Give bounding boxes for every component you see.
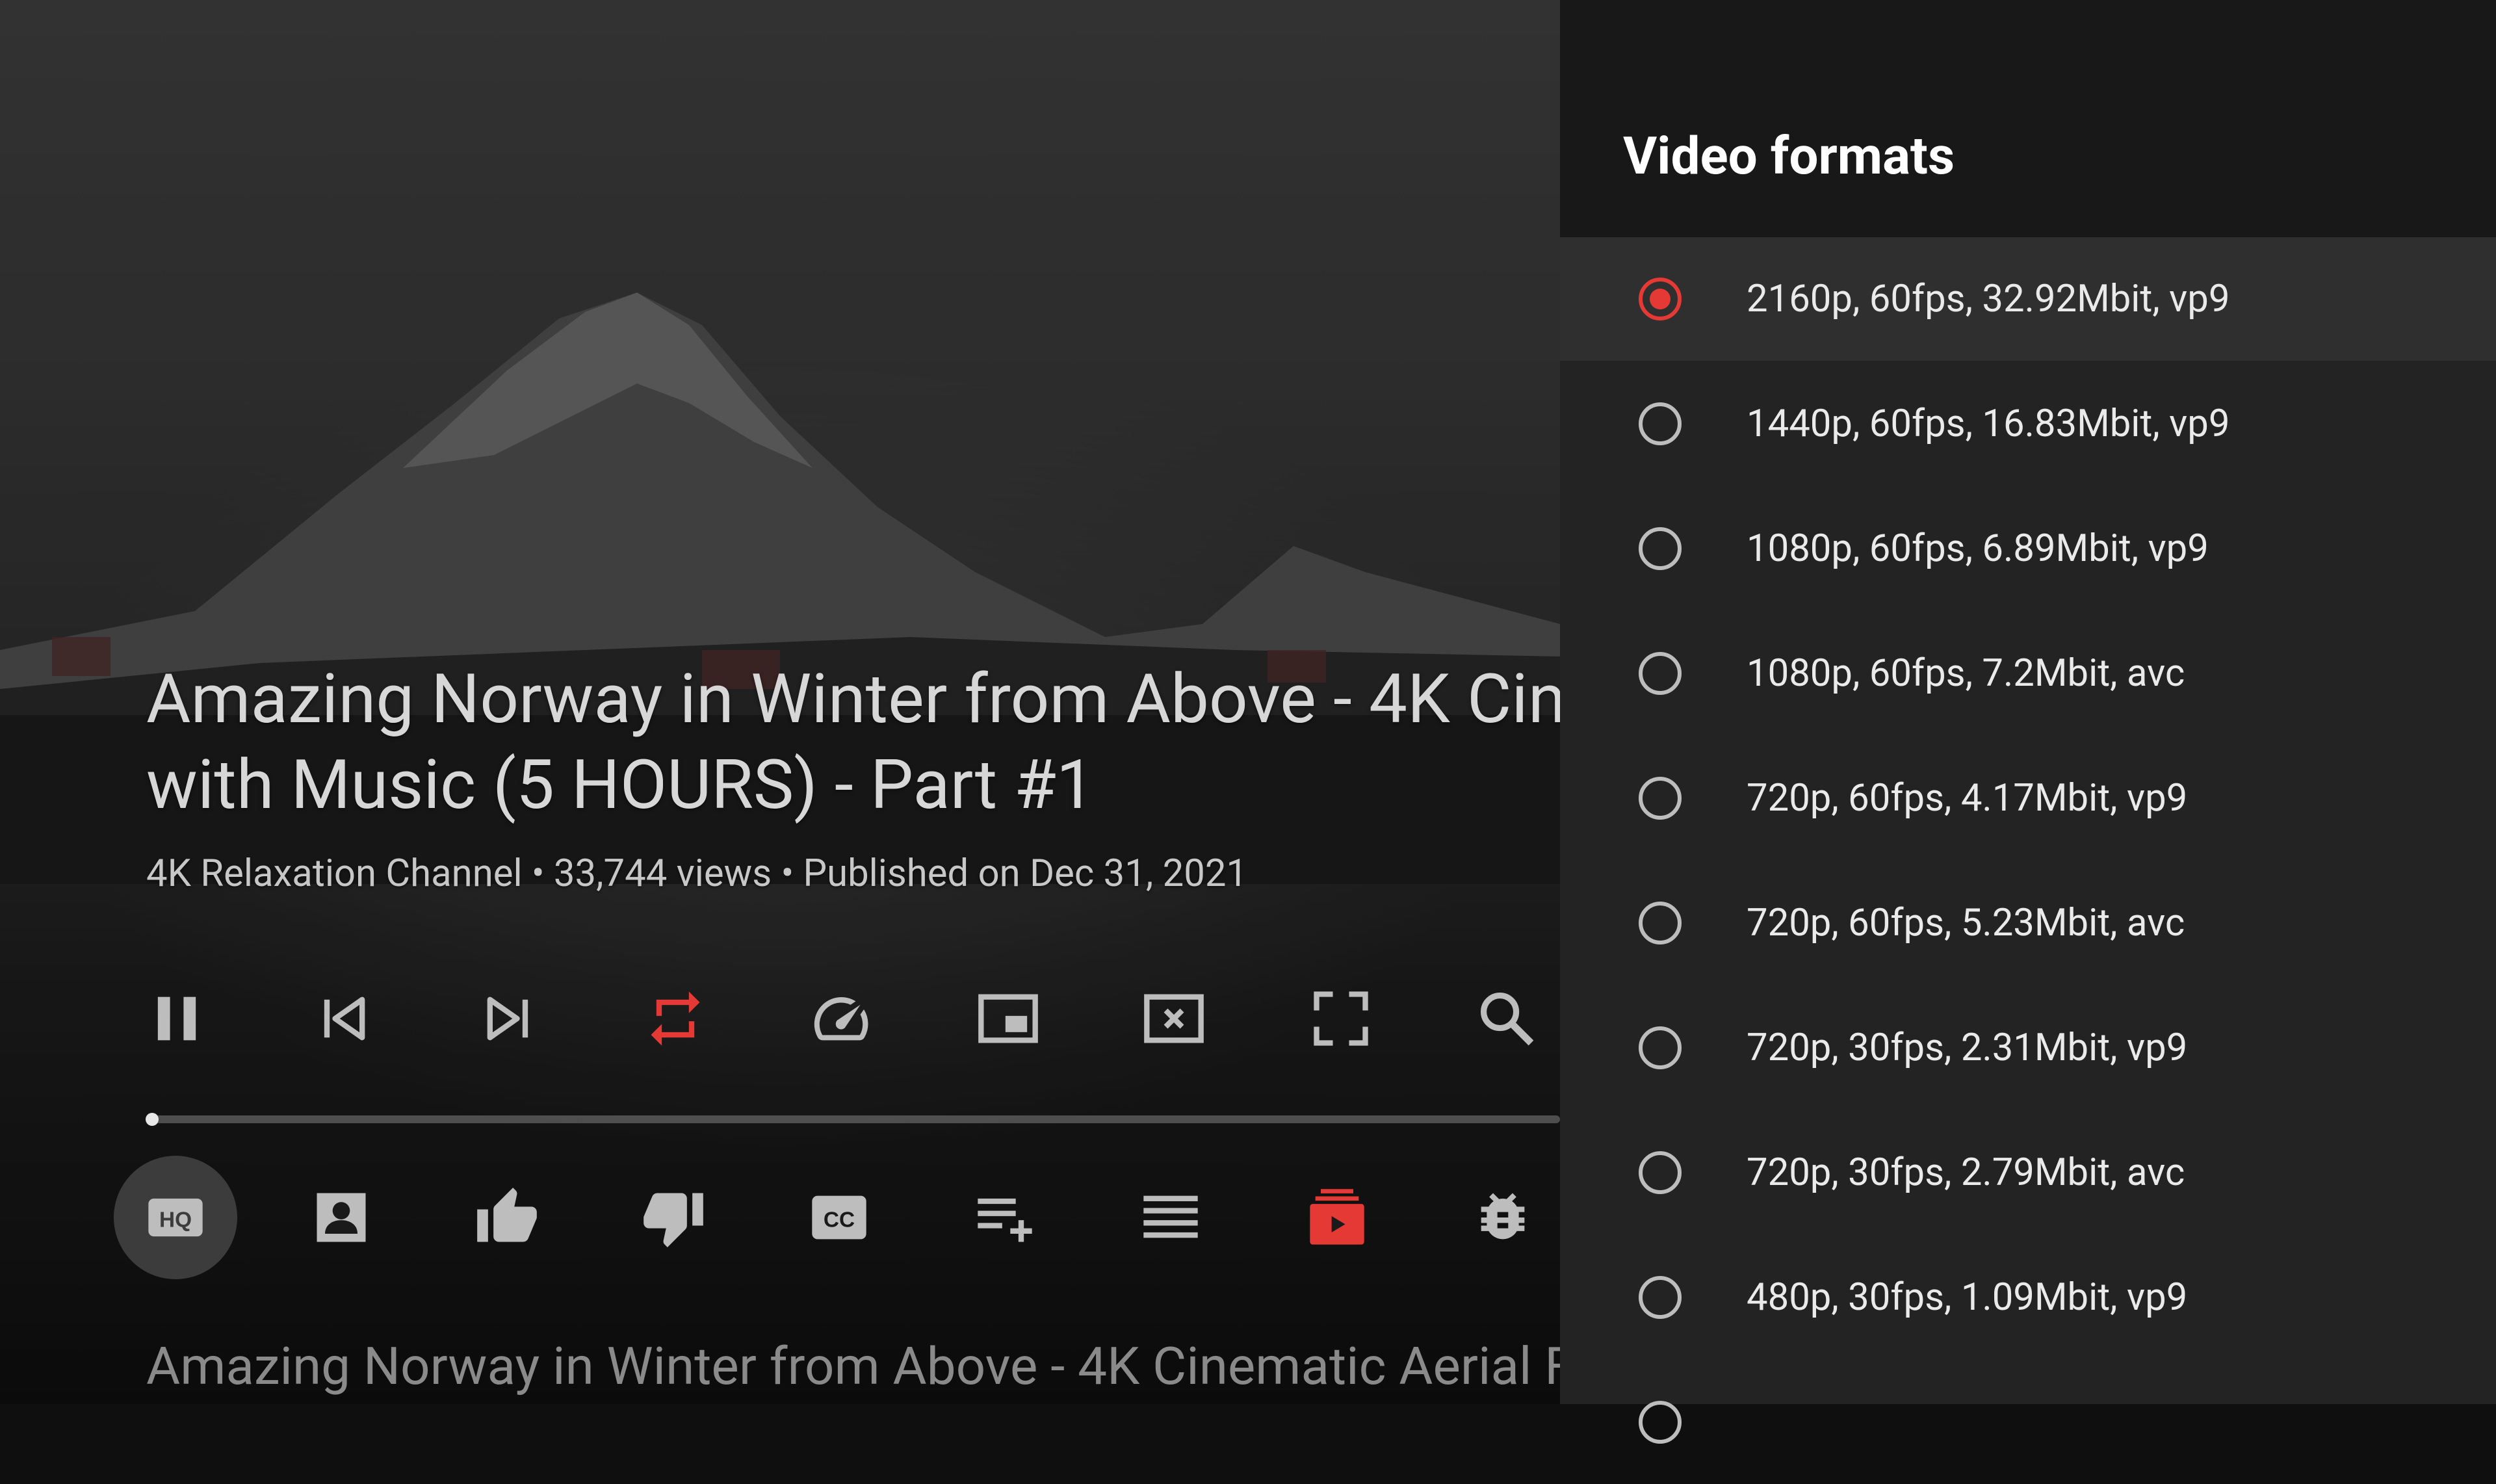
debug-icon xyxy=(1481,1193,1525,1240)
previous-icon xyxy=(324,996,365,1041)
video-title-line1: Amazing Norway in Winter from Above - 4K… xyxy=(146,659,1560,739)
add-to-playlist-icon xyxy=(978,1198,1032,1242)
radio-selected-icon xyxy=(1639,278,1682,320)
radio-unselected-icon xyxy=(1639,777,1682,820)
action-controls: HQ CC xyxy=(0,1156,1560,1279)
channel-icon xyxy=(317,1193,366,1242)
radio-unselected-icon xyxy=(1639,1401,1682,1444)
add-to-playlist-button[interactable] xyxy=(943,1156,1067,1279)
video-player[interactable]: Amazing Norway in Winter from Above - 4K… xyxy=(0,0,1560,1404)
format-option-label: 1080p, 60fps, 7.2Mbit, avc xyxy=(1747,651,2185,696)
format-option-label: 720p, 60fps, 5.23Mbit, avc xyxy=(1747,901,2185,945)
format-option-label: 720p, 30fps, 2.79Mbit, avc xyxy=(1747,1151,2185,1195)
svg-text:HQ: HQ xyxy=(159,1208,192,1232)
next-icon xyxy=(487,996,528,1041)
panel-title: Video formats xyxy=(1623,125,1955,187)
format-option-label: 2160p, 60fps, 32.92Mbit, vp9 xyxy=(1747,277,2230,321)
radio-unselected-icon xyxy=(1639,1276,1682,1319)
fullscreen-icon xyxy=(1314,991,1368,1046)
next-video-title[interactable]: Amazing Norway in Winter from Above - 4K… xyxy=(146,1336,1560,1397)
close-video-icon xyxy=(1144,994,1204,1043)
radio-unselected-icon xyxy=(1639,652,1682,695)
subscriptions-button[interactable] xyxy=(1275,1156,1399,1279)
svg-text:CC: CC xyxy=(824,1208,855,1232)
dislike-icon xyxy=(644,1193,703,1247)
like-icon xyxy=(477,1188,537,1242)
format-option-label: 480p, 30fps, 1.09Mbit, vp9 xyxy=(1747,1275,2188,1320)
radio-unselected-icon xyxy=(1639,902,1682,944)
radio-unselected-icon xyxy=(1639,1151,1682,1194)
format-option-label: 720p, 30fps, 2.31Mbit, vp9 xyxy=(1747,1026,2188,1070)
format-option[interactable]: 480p, 30fps, 1.09Mbit, vp9 xyxy=(1560,1236,2496,1359)
channel-button[interactable] xyxy=(280,1156,403,1279)
radio-unselected-icon xyxy=(1639,402,1682,445)
previous-button[interactable] xyxy=(301,976,385,1061)
playback-controls xyxy=(0,976,1560,1061)
panel-header: Video formats xyxy=(1560,0,2496,237)
seek-bar-handle[interactable] xyxy=(145,1113,159,1126)
video-title-line2: with Music (5 HOURS) - Part #1 xyxy=(146,745,1095,825)
like-button[interactable] xyxy=(445,1156,569,1279)
search-button[interactable] xyxy=(1464,976,1549,1061)
repeat-icon xyxy=(651,991,700,1046)
format-option-partial[interactable] xyxy=(1560,1360,2496,1484)
format-option[interactable]: 1440p, 60fps, 16.83Mbit, vp9 xyxy=(1560,362,2496,486)
pause-button[interactable] xyxy=(135,976,219,1061)
radio-unselected-icon xyxy=(1639,1026,1682,1069)
hq-button[interactable]: HQ xyxy=(114,1156,237,1279)
format-option-label: 720p, 60fps, 4.17Mbit, vp9 xyxy=(1747,776,2188,820)
format-option[interactable]: 1080p, 60fps, 6.89Mbit, vp9 xyxy=(1560,487,2496,610)
radio-unselected-icon xyxy=(1639,527,1682,570)
closed-captions-button[interactable]: CC xyxy=(777,1156,901,1279)
format-option[interactable]: 2160p, 60fps, 32.92Mbit, vp9 xyxy=(1560,237,2496,361)
seek-bar[interactable] xyxy=(145,1113,1560,1126)
closed-captions-icon: CC xyxy=(812,1195,866,1240)
video-metadata: 4K Relaxation Channel • 33,744 views • P… xyxy=(146,852,1248,896)
picture-in-picture-icon xyxy=(978,994,1038,1043)
subscriptions-icon xyxy=(1310,1189,1364,1245)
format-option[interactable]: 1080p, 60fps, 7.2Mbit, avc xyxy=(1560,612,2496,735)
format-option-label: 1080p, 60fps, 6.89Mbit, vp9 xyxy=(1747,527,2209,571)
format-option[interactable]: 720p, 60fps, 5.23Mbit, avc xyxy=(1560,861,2496,985)
format-option-label: 1440p, 60fps, 16.83Mbit, vp9 xyxy=(1747,402,2230,446)
next-button[interactable] xyxy=(467,976,551,1061)
hq-icon: HQ xyxy=(148,1198,203,1237)
format-option[interactable]: 720p, 60fps, 4.17Mbit, vp9 xyxy=(1560,736,2496,860)
speed-button[interactable] xyxy=(799,976,883,1061)
pause-icon xyxy=(157,996,196,1041)
video-title: Amazing Norway in Winter from Above - 4K… xyxy=(146,657,1560,828)
playlist-icon xyxy=(1143,1195,1198,1238)
fullscreen-button[interactable] xyxy=(1299,976,1383,1061)
dislike-button[interactable] xyxy=(612,1156,735,1279)
close-video-button[interactable] xyxy=(1132,976,1216,1061)
playlist-button[interactable] xyxy=(1109,1156,1232,1279)
picture-in-picture-button[interactable] xyxy=(966,976,1050,1061)
repeat-button[interactable] xyxy=(633,976,718,1061)
format-option[interactable]: 720p, 30fps, 2.31Mbit, vp9 xyxy=(1560,986,2496,1110)
format-option[interactable]: 720p, 30fps, 2.79Mbit, avc xyxy=(1560,1111,2496,1234)
debug-button[interactable] xyxy=(1441,1156,1560,1279)
video-formats-panel: Video formats 2160p, 60fps, 32.92Mbit, v… xyxy=(1560,0,2496,1444)
search-icon xyxy=(1481,993,1534,1046)
speed-icon xyxy=(814,997,868,1041)
